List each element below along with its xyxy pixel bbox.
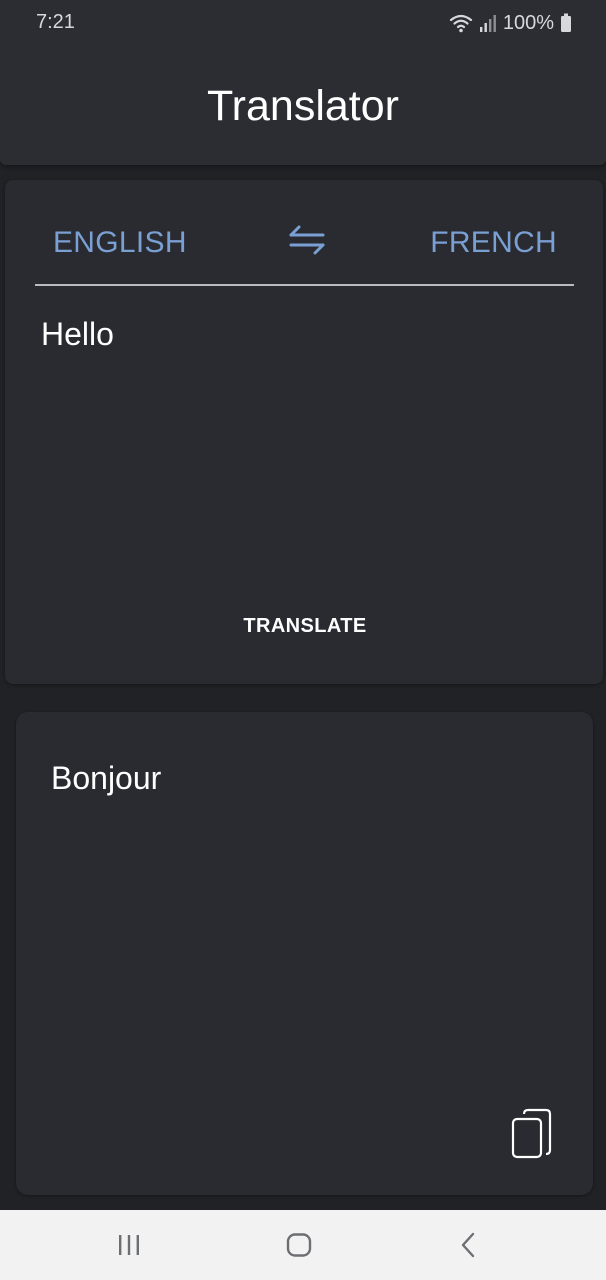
status-bar: 7:21 100%	[0, 0, 606, 46]
swap-arrows-icon	[289, 225, 325, 255]
target-language-button[interactable]: FRENCH	[430, 226, 557, 260]
copy-button[interactable]	[508, 1108, 558, 1164]
signal-icon	[479, 13, 497, 33]
recents-button[interactable]	[109, 1228, 149, 1262]
source-language-button[interactable]: ENGLISH	[53, 226, 187, 260]
status-time: 7:21	[36, 11, 75, 33]
battery-icon	[560, 13, 572, 33]
source-text-input[interactable]: Hello	[41, 316, 561, 536]
status-indicators: 100%	[449, 10, 572, 36]
swap-languages-button[interactable]	[285, 224, 329, 258]
page-title: Translator	[207, 82, 399, 130]
back-button[interactable]	[449, 1228, 489, 1262]
language-selector-row: ENGLISH FRENCH	[35, 180, 574, 286]
system-navigation-bar	[0, 1210, 606, 1280]
back-icon	[461, 1232, 475, 1258]
wifi-icon	[449, 13, 473, 33]
app-header: 7:21 100% Translator	[0, 0, 606, 165]
recents-icon	[119, 1235, 139, 1255]
translated-text: Bonjour	[51, 760, 162, 796]
translator-screen: 7:21 100% Translator ENGLISH FRENCH Hell…	[0, 0, 606, 1280]
translate-button[interactable]: TRANSLATE	[195, 598, 415, 654]
output-card: Bonjour	[16, 712, 593, 1195]
battery-text: 100%	[502, 11, 554, 34]
copy-icon	[511, 1108, 552, 1159]
home-icon	[286, 1233, 312, 1257]
input-card: ENGLISH FRENCH Hello TRANSLATE	[5, 180, 603, 684]
home-button[interactable]	[279, 1228, 319, 1262]
